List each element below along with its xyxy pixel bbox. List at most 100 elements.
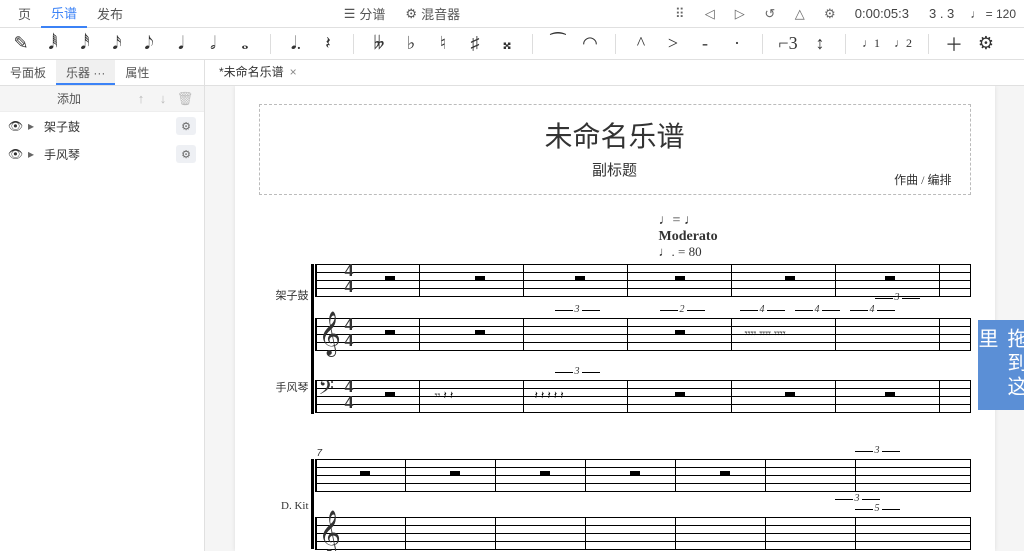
list-icon: ☰	[344, 6, 356, 22]
tuplet-3: 3	[575, 366, 580, 377]
delete-icon[interactable]: 🗑	[174, 89, 196, 109]
expand-icon[interactable]: ▸	[28, 147, 38, 161]
moveup-icon[interactable]: ↑	[130, 89, 152, 109]
rest-group: 𝄽 𝄽 𝄽 𝄽 𝄽	[535, 390, 564, 403]
mixer-button[interactable]: ⚙ 混音器	[395, 2, 470, 25]
drum-staff[interactable]: 3	[315, 459, 971, 491]
note-32nd-icon[interactable]: 𝅘𝅥𝅰	[74, 32, 96, 56]
rest-icon[interactable]: 𝄽	[317, 32, 339, 56]
instrument-row[interactable]: 👁 ▸ 手风琴 ⚙	[0, 140, 204, 168]
panel-tab-instruments[interactable]: 乐器 ···	[56, 60, 115, 85]
note-64th-icon[interactable]: 𝅘𝅥𝅱	[42, 32, 64, 56]
panel-tab-palette[interactable]: 号面板	[0, 60, 56, 85]
double-sharp-icon[interactable]: 𝄪	[496, 32, 518, 56]
staff-label: 架子鼓	[259, 277, 309, 313]
document-tab[interactable]: *未命名乐谱 ×	[209, 60, 307, 85]
play-icon[interactable]: ▷	[731, 5, 749, 23]
note-whole-icon[interactable]: 𝅝	[234, 32, 256, 56]
score-title[interactable]: 未命名乐谱	[278, 115, 952, 155]
visibility-icon[interactable]: 👁	[8, 147, 22, 161]
menubar: 页 乐谱 发布 ☰ 分谱 ⚙ 混音器 ⠿ ◁ ▷ ↺ △ ⚙ 0:00:05:3…	[0, 0, 1024, 28]
parts-label: 分谱	[359, 4, 385, 23]
tempo-display[interactable]: ♩ = 120	[970, 7, 1016, 21]
rewind-icon[interactable]: ◁	[701, 5, 719, 23]
time-signature[interactable]: 44	[345, 316, 354, 348]
parts-button[interactable]: ☰ 分谱	[334, 2, 396, 25]
marcato-icon[interactable]: ^	[630, 32, 652, 56]
edit-mode-icon[interactable]: ✎	[10, 32, 32, 56]
sharp-icon[interactable]: ♯	[464, 32, 486, 56]
note-quarter-icon[interactable]: 𝅘𝅥	[170, 32, 192, 56]
note-16th-icon[interactable]: 𝅘𝅥𝅯	[106, 32, 128, 56]
score-composer[interactable]: 作曲 / 编排	[894, 171, 951, 188]
time-signature[interactable]: 44	[345, 262, 354, 294]
flip-stem-icon[interactable]: ↕	[809, 32, 831, 56]
score-subtitle[interactable]: 副标题	[278, 159, 952, 180]
natural-icon[interactable]: ♮	[432, 32, 454, 56]
playback-time: 0:00:05:3	[851, 6, 913, 21]
beat-position: 3 . 3	[925, 6, 958, 21]
dot-icon[interactable]: 𝅘𝅥.	[285, 32, 307, 56]
system-bracket	[311, 459, 314, 549]
instrument-name: 手风琴	[44, 146, 170, 163]
loop-icon[interactable]: ↺	[761, 5, 779, 23]
bass-staff[interactable]: 𝄢 44 𝄾𝄾 𝄽 𝄽 3 𝄽 𝄽 𝄽 𝄽 𝄽	[315, 380, 971, 412]
voice1-icon[interactable]: ♩1	[860, 32, 882, 56]
grid-icon[interactable]: ⠿	[671, 5, 689, 23]
rest-group: 𝄾𝄾 𝄽 𝄽	[435, 390, 454, 403]
metronome-icon[interactable]: △	[791, 5, 809, 23]
instrument-settings-icon[interactable]: ⚙	[176, 145, 196, 163]
title-frame[interactable]: 未命名乐谱 副标题 作曲 / 编排	[259, 104, 971, 195]
tuplet-2: 2	[680, 304, 685, 315]
tenuto-icon[interactable]: ‐	[694, 32, 716, 56]
treble-staff[interactable]: 𝄞 3 5	[315, 517, 971, 549]
panel-tab-properties[interactable]: 属性	[115, 60, 159, 85]
note-half-icon[interactable]: 𝅗𝅥	[202, 32, 224, 56]
toolbar-settings-icon[interactable]: ⚙	[975, 32, 997, 56]
score-page: 未命名乐谱 副标题 作曲 / 编排 ♩= ♩ Moderato ♩. = 80 …	[235, 86, 995, 551]
staff-label: D. Kit	[259, 488, 309, 524]
document-tab-label: *未命名乐谱	[219, 63, 284, 80]
instrument-settings-icon[interactable]: ⚙	[176, 117, 196, 135]
tempo-bpm: ♩. = 80	[659, 245, 971, 260]
note-8th-icon[interactable]: 𝅘𝅥𝅮	[138, 32, 160, 56]
left-panel: 号面板 乐器 ··· 属性 添加 ↑ ↓ 🗑 👁 ▸ 架子鼓 ⚙ 👁 ▸ 手风琴…	[0, 60, 205, 551]
tuplet-4: 4	[870, 304, 875, 315]
drop-zone[interactable]: 拖到这里	[978, 320, 1024, 410]
instrument-name: 架子鼓	[44, 118, 170, 135]
tempo-marking[interactable]: ♩= ♩ Moderato ♩. = 80	[659, 213, 971, 260]
tempo-text: Moderato	[659, 229, 971, 245]
double-flat-icon[interactable]: 𝄫	[368, 32, 390, 56]
tuplet-icon[interactable]: ⌐3	[777, 32, 799, 56]
menu-tab-home[interactable]: 页	[8, 0, 41, 27]
movedown-icon[interactable]: ↓	[152, 89, 174, 109]
bass-clef-icon: 𝄢	[319, 378, 334, 405]
accent-icon[interactable]: >	[662, 32, 684, 56]
voice2-icon[interactable]: ♩2	[892, 32, 914, 56]
playback-settings-icon[interactable]: ⚙	[821, 5, 839, 23]
visibility-icon[interactable]: 👁	[8, 119, 22, 133]
add-instrument-button[interactable]: 添加	[8, 90, 130, 107]
sliders-icon: ⚙	[405, 6, 417, 22]
measure-number: 7	[317, 448, 971, 459]
drum-staff[interactable]: 44	[315, 264, 971, 296]
close-icon[interactable]: ×	[290, 65, 297, 79]
add-element-icon[interactable]: ＋	[943, 32, 965, 56]
expand-icon[interactable]: ▸	[28, 119, 38, 133]
tuplet-3: 3	[855, 493, 860, 504]
slur-icon[interactable]: ◠	[579, 32, 601, 56]
tuplet-5: 5	[875, 503, 880, 514]
time-signature[interactable]: 44	[345, 378, 354, 410]
tuplet-3: 3	[575, 304, 580, 315]
system-bracket	[311, 264, 314, 414]
mixer-label: 混音器	[421, 4, 460, 23]
instrument-row[interactable]: 👁 ▸ 架子鼓 ⚙	[0, 112, 204, 140]
menu-tab-score[interactable]: 乐谱	[41, 0, 87, 28]
tie-icon[interactable]: ⁀	[547, 32, 569, 56]
swing-marking: ♩= ♩	[659, 213, 971, 229]
treble-clef-icon: 𝄞	[319, 312, 341, 356]
flat-icon[interactable]: ♭	[400, 32, 422, 56]
staccato-icon[interactable]: ·	[726, 32, 748, 56]
menu-tab-publish[interactable]: 发布	[87, 0, 133, 27]
treble-staff[interactable]: 𝄞 44 3 2 4	[315, 318, 971, 350]
